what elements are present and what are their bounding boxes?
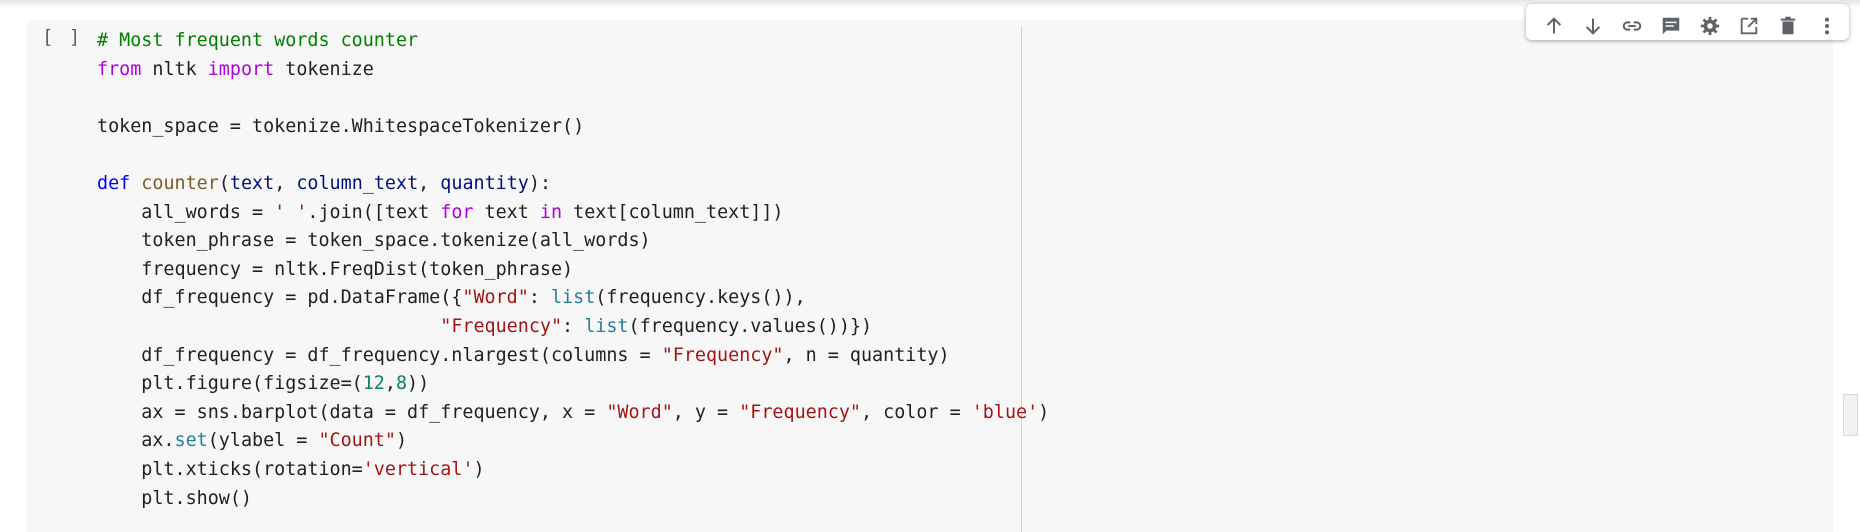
code-token: all_words = — [97, 201, 275, 223]
code-token: , n = quantity) — [783, 344, 950, 366]
code-token: frequency = nltk.FreqDist(token_phrase) — [97, 258, 574, 280]
code-token: counter — [141, 172, 219, 194]
settings-button[interactable] — [1690, 4, 1729, 40]
code-token: text[column_text]]) — [562, 201, 784, 223]
code-line[interactable]: plt.figure(figsize=(12,8)) — [97, 370, 1049, 399]
code-token: plt.show() — [97, 487, 253, 509]
link-icon — [1622, 21, 1641, 31]
code-line[interactable]: plt.show() — [97, 485, 1049, 514]
code-token: , color = — [861, 401, 972, 423]
code-token: plt.xticks(rotation= — [97, 458, 363, 480]
code-token: : — [562, 315, 585, 337]
code-token: "Frequency" — [739, 401, 861, 423]
code-token: (frequency.keys()), — [595, 287, 806, 309]
code-token: 'blue' — [971, 401, 1039, 423]
code-token: )) — [407, 373, 430, 395]
move-cell-down-icon — [1585, 18, 1600, 35]
code-token: "Frequency" — [661, 344, 784, 366]
cell-toolbar — [1526, 4, 1849, 40]
code-token: (frequency.values())}) — [628, 315, 873, 337]
code-token: text — [229, 172, 275, 194]
delete-icon — [1780, 16, 1795, 35]
scrollbar-thumb[interactable] — [1843, 394, 1858, 436]
code-token: ax. — [97, 430, 175, 452]
code-token: "Count" — [318, 430, 396, 452]
more-options-button[interactable] — [1807, 4, 1846, 40]
code-token: df_frequency = df_frequency.nlargest(col… — [97, 344, 662, 366]
code-token: 8 — [395, 373, 408, 395]
code-line[interactable]: # Most frequent words counter — [97, 27, 1049, 56]
code-token: import — [207, 58, 275, 80]
notebook-page: [ ] # Most frequent words counter from nl… — [0, 0, 1860, 532]
code-token: plt.figure(figsize=( — [97, 373, 363, 395]
more-options-icon — [1824, 17, 1829, 35]
code-token: from — [97, 58, 142, 80]
code-token: ax = sns.barplot(data = df_frequency, x … — [97, 401, 607, 423]
code-token: # Most frequent words counter — [97, 30, 419, 51]
code-line[interactable]: ax.set(ylabel = "Count") — [97, 427, 1049, 456]
code-token: ) — [473, 458, 485, 480]
move-cell-up-button[interactable] — [1534, 4, 1573, 40]
code-line[interactable]: df_frequency = pd.DataFrame({"Word": lis… — [97, 284, 1049, 313]
move-cell-up-icon — [1546, 17, 1561, 34]
code-line[interactable]: token_space = tokenize.WhitespaceTokeniz… — [97, 113, 1049, 142]
code-token: ) — [395, 430, 408, 452]
code-line[interactable]: def counter(text, column_text, quantity)… — [97, 170, 1049, 199]
code-token: 12 — [362, 373, 385, 395]
code-token: quantity — [440, 172, 529, 194]
code-token: : — [528, 287, 551, 309]
comment-button[interactable] — [1651, 4, 1690, 40]
code-token: (ylabel = — [207, 430, 319, 452]
code-token: nltk — [141, 58, 208, 80]
run-cell-indicator[interactable]: [ ] — [42, 26, 82, 48]
comment-icon — [1662, 17, 1679, 35]
code-token: token_space = tokenize.WhitespaceTokeniz… — [97, 115, 585, 137]
move-cell-down-button[interactable] — [1573, 4, 1612, 40]
code-token: 'vertical' — [362, 458, 474, 480]
code-token: , — [384, 373, 396, 395]
code-token: "Frequency" — [440, 315, 563, 337]
code-token: "Word" — [462, 287, 529, 309]
code-token: .join([text — [307, 201, 441, 223]
code-line[interactable]: all_words = ' '.join([text for text in t… — [97, 199, 1049, 228]
code-token: token_phrase = token_space.tokenize(all_… — [97, 230, 651, 252]
settings-gear-icon — [1700, 16, 1719, 36]
code-line[interactable] — [97, 141, 1049, 170]
code-line[interactable]: ax = sns.barplot(data = df_frequency, x … — [97, 399, 1049, 428]
code-line[interactable]: "Frequency": list(frequency.values())}) — [97, 313, 1049, 342]
code-token: in — [539, 201, 563, 223]
code-token: tokenize — [274, 58, 374, 80]
code-token: , — [274, 172, 297, 194]
code-line[interactable]: frequency = nltk.FreqDist(token_phrase) — [97, 256, 1049, 285]
code-token: df_frequency = pd.DataFrame({ — [97, 287, 463, 309]
code-token: column_text — [296, 172, 419, 194]
code-line[interactable]: plt.xticks(rotation='vertical') — [97, 456, 1049, 485]
code-token: ): — [528, 172, 552, 194]
code-line[interactable]: from nltk import tokenize — [97, 56, 1049, 85]
code-token: , y = — [672, 401, 740, 423]
code-token: ' ' — [274, 201, 308, 223]
delete-button[interactable] — [1768, 4, 1807, 40]
code-line[interactable]: token_phrase = token_space.tokenize(all_… — [97, 227, 1049, 256]
code-token: list — [584, 315, 629, 337]
code-token: ) — [1038, 401, 1050, 423]
open-in-tab-button[interactable] — [1729, 4, 1768, 40]
code-line[interactable]: df_frequency = df_frequency.nlargest(col… — [97, 342, 1049, 371]
code-token: set — [174, 430, 208, 452]
code-token: list — [550, 287, 596, 309]
code-line[interactable] — [97, 84, 1049, 113]
code-token: def — [97, 172, 131, 194]
code-token: "Word" — [606, 401, 673, 423]
code-token: for — [440, 201, 474, 223]
link-button[interactable] — [1612, 4, 1651, 40]
code-editor[interactable]: # Most frequent words counter from nltk i… — [97, 27, 1049, 513]
code-token: , — [418, 172, 441, 194]
code-token: ( — [218, 172, 230, 194]
open-in-tab-icon — [1740, 17, 1757, 35]
code-token: text — [473, 201, 540, 223]
